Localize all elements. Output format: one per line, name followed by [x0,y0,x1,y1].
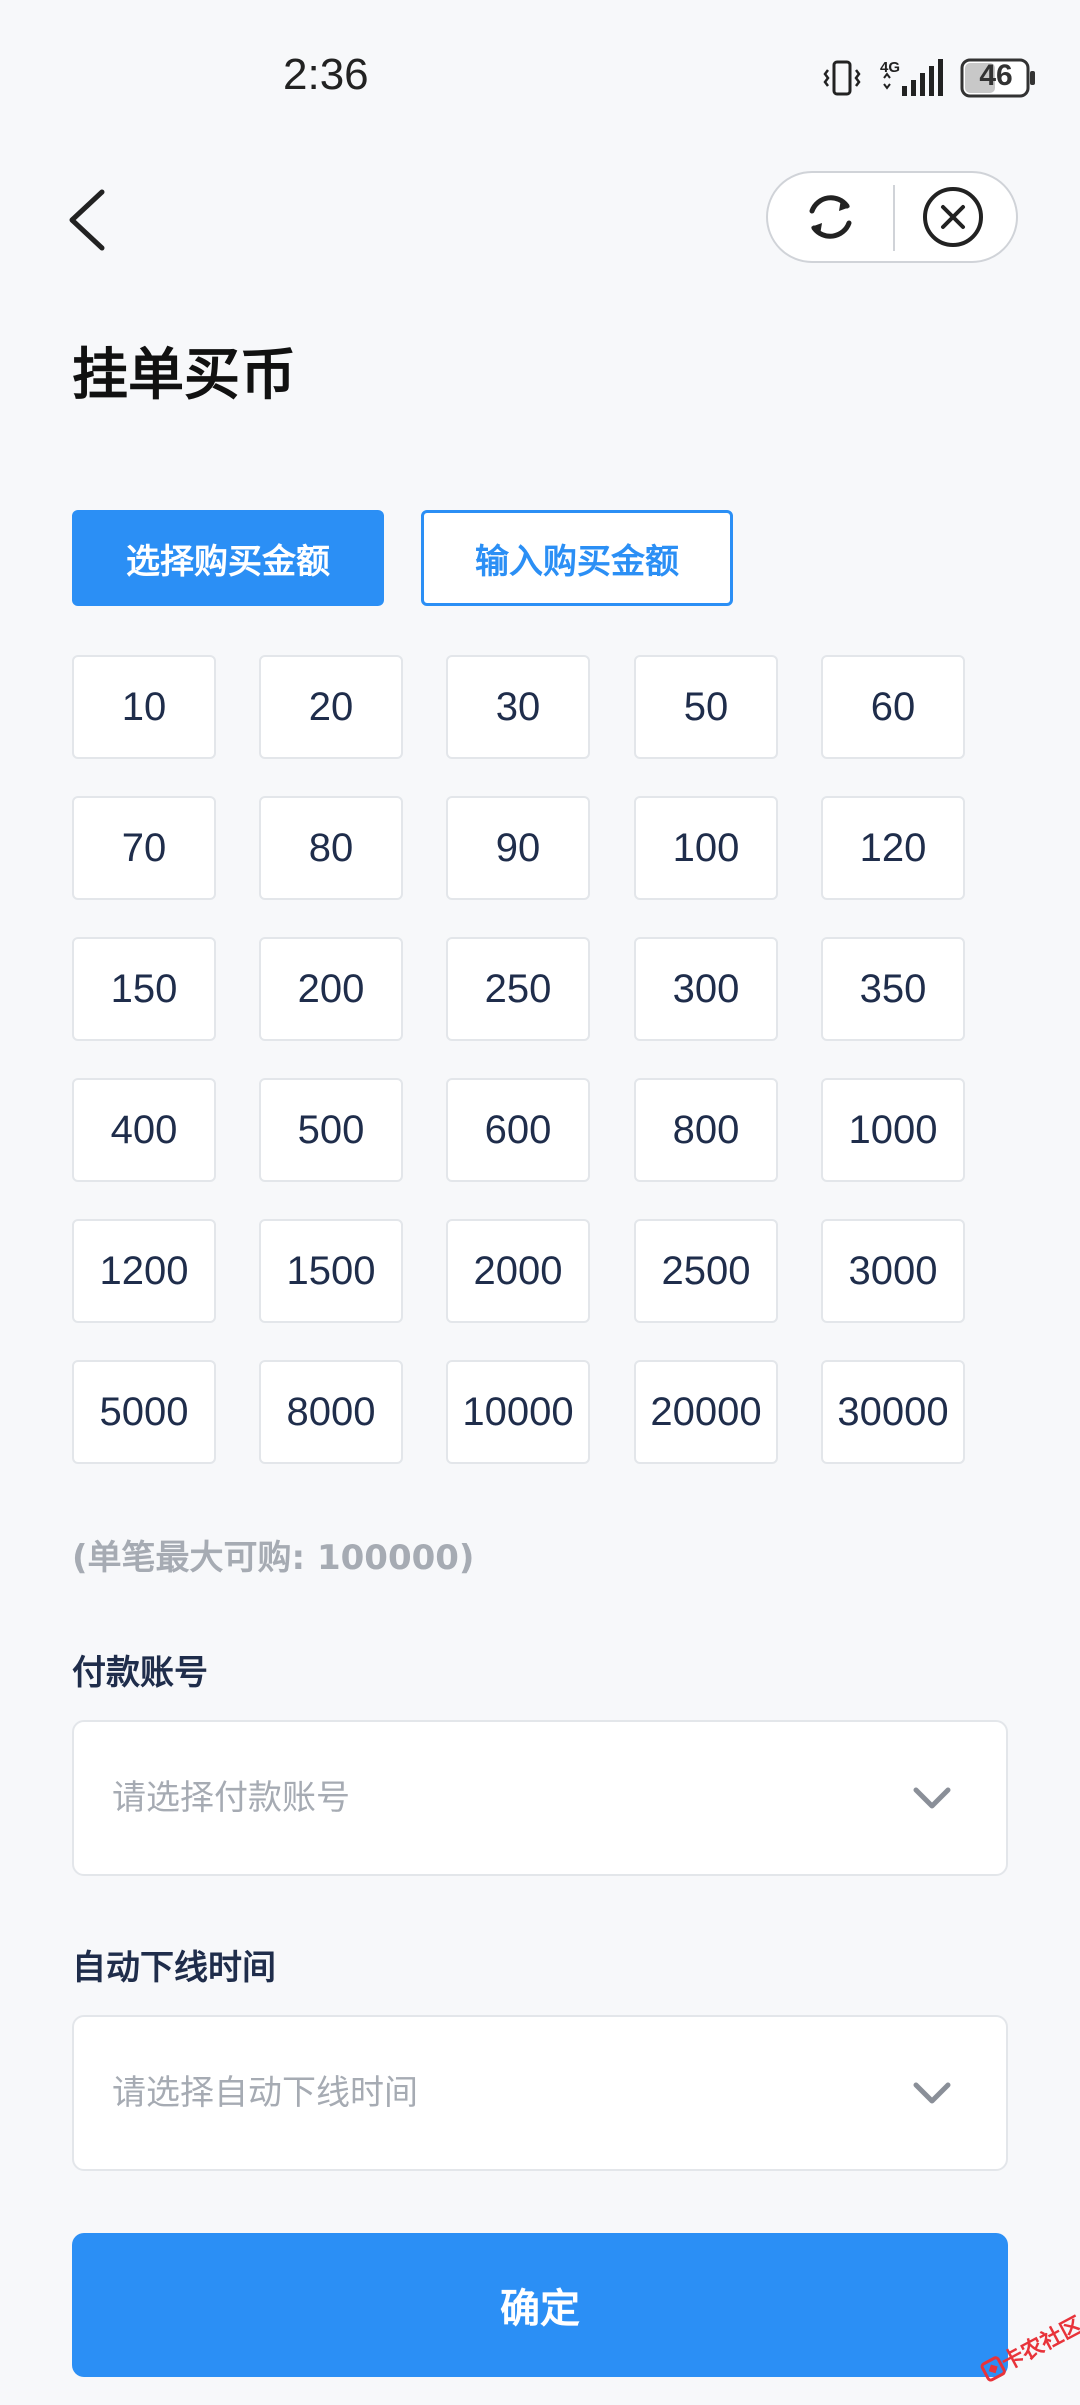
refresh-button[interactable] [768,173,893,261]
confirm-button[interactable]: 确定 [72,2233,1008,2377]
amount-option[interactable]: 30 [446,655,590,759]
chevron-left-icon [69,189,105,251]
amount-option[interactable]: 90 [446,796,590,900]
amount-option[interactable]: 30000 [821,1360,965,1464]
amount-option[interactable]: 350 [821,937,965,1041]
amount-option[interactable]: 2500 [634,1219,778,1323]
chevron-down-icon [913,2082,951,2104]
amount-option[interactable]: 150 [72,937,216,1041]
signal-icon: 4G [880,59,943,96]
vibrate-icon [823,60,861,96]
close-circle-icon [923,187,983,247]
battery-level: 46 [979,59,1013,92]
amount-option[interactable]: 800 [634,1078,778,1182]
status-bar: 2:36 4G 46 [0,0,1080,150]
amount-option[interactable]: 20000 [634,1360,778,1464]
amount-option[interactable]: 5000 [72,1360,216,1464]
offline-time-placeholder: 请选择自动下线时间 [112,2073,418,2113]
amount-option[interactable]: 200 [259,937,403,1041]
mini-program-capsule [766,171,1018,263]
amount-option[interactable]: 2000 [446,1219,590,1323]
amount-option[interactable]: 8000 [259,1360,403,1464]
amount-option[interactable]: 10 [72,655,216,759]
amount-option[interactable]: 70 [72,796,216,900]
max-purchase-note: (单笔最大可购: 100000) [72,1538,475,1578]
amount-option[interactable]: 1000 [821,1078,965,1182]
close-button[interactable] [895,173,1016,261]
amount-option[interactable]: 80 [259,796,403,900]
back-button[interactable] [52,180,132,260]
payment-account-select[interactable]: 请选择付款账号 [72,1720,1008,1876]
payment-account-placeholder: 请选择付款账号 [112,1778,350,1818]
amount-option[interactable]: 50 [634,655,778,759]
amount-option[interactable]: 3000 [821,1219,965,1323]
chevron-down-icon [913,1787,951,1809]
amount-option[interactable]: 1500 [259,1219,403,1323]
amount-option[interactable]: 60 [821,655,965,759]
amount-option[interactable]: 600 [446,1078,590,1182]
page-title: 挂单买币 [72,343,296,408]
amount-option[interactable]: 100 [634,796,778,900]
amount-option[interactable]: 1200 [72,1219,216,1323]
offline-time-label: 自动下线时间 [72,1948,276,1988]
amount-option[interactable]: 500 [259,1078,403,1182]
amount-option[interactable]: 250 [446,937,590,1041]
offline-time-select[interactable]: 请选择自动下线时间 [72,2015,1008,2171]
status-time: 2:36 [283,50,369,99]
refresh-icon [809,195,852,239]
amount-option[interactable]: 120 [821,796,965,900]
amount-option[interactable]: 300 [634,937,778,1041]
amount-option[interactable]: 10000 [446,1360,590,1464]
tab-input-amount[interactable]: 输入购买金额 [421,510,733,606]
amount-option[interactable]: 20 [259,655,403,759]
tab-select-amount[interactable]: 选择购买金额 [72,510,384,606]
payment-account-label: 付款账号 [72,1653,208,1693]
network-type-label: 4G [880,59,900,76]
amount-option[interactable]: 400 [72,1078,216,1182]
